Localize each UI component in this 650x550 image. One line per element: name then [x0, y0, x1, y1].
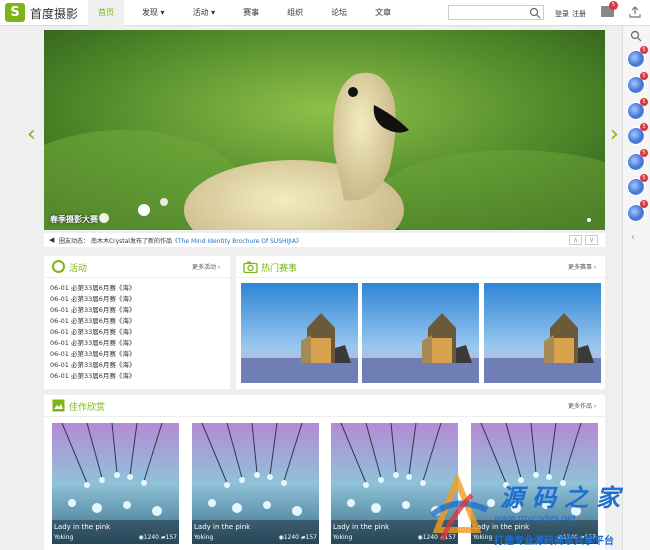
- site-name[interactable]: 首度摄影: [30, 5, 78, 22]
- more-gallery-link[interactable]: 更多作品 ›: [568, 401, 596, 410]
- list-item[interactable]: 06-01 必第33届6月赛《海》: [50, 315, 135, 326]
- nav-articles[interactable]: 文章: [365, 0, 401, 26]
- card-title: Lady in the pink: [54, 523, 111, 531]
- banner-image: [44, 30, 605, 230]
- watermark-brand: 源码之家: [500, 484, 628, 512]
- search-input[interactable]: [448, 5, 544, 20]
- ticker-text: 圈友动态： 南木木Crystal发布了新的作品《The Mind Identit…: [59, 236, 302, 245]
- list-item[interactable]: 06-01 必第33届6月赛《海》: [50, 282, 135, 293]
- card-author[interactable]: Yoking: [54, 534, 73, 541]
- watermark: 源码之家 www.mycodes.net 打造专业源码商家共享平台: [412, 470, 644, 550]
- watermark-slogan: 打造专业源码商家共享平台: [494, 536, 614, 547]
- more-gallery-label: 更多作品: [568, 403, 593, 410]
- camera-icon: [243, 261, 258, 273]
- notification-badge: 5: [640, 123, 648, 131]
- auth-links: 登录 注册: [555, 9, 589, 19]
- notification-badge: 5: [640, 174, 648, 182]
- card-title: Lady in the pink: [194, 523, 251, 531]
- activity-header: 活动 更多活动 ›: [44, 256, 230, 278]
- nav-organization[interactable]: 组织: [277, 0, 313, 26]
- castle-image: [362, 283, 479, 383]
- register-link[interactable]: 注册: [572, 10, 586, 18]
- more-activity-label: 更多活动: [192, 264, 217, 271]
- nav-activity-label: 活动: [192, 8, 209, 17]
- prev-slide-button[interactable]: ‹: [27, 122, 36, 147]
- ticker-down-button[interactable]: ∨: [585, 235, 598, 245]
- list-item[interactable]: 06-01 必第33届6月赛《海》: [50, 304, 135, 315]
- news-ticker: ◀ 圈友动态： 南木木Crystal发布了新的作品《The Mind Ident…: [44, 233, 605, 247]
- card-stats: ◉1240 ▰157: [278, 534, 317, 541]
- notification-badge: 5: [640, 72, 648, 80]
- castle-image: [484, 283, 601, 383]
- top-header: S 首度摄影 首页 发现 ▾ 活动 ▾ 赛事 组织 论坛 文章 登录 注册 5: [0, 0, 650, 26]
- notification-badge: 5: [640, 46, 648, 54]
- gallery-card[interactable]: Lady in the pink Yoking ◉1240 ▰157: [52, 423, 179, 544]
- list-item[interactable]: 06-01 必第33届6月赛《海》: [50, 293, 135, 304]
- card-author[interactable]: Yoking: [194, 534, 213, 541]
- more-contest-link[interactable]: 更多赛事 ›: [568, 262, 596, 271]
- chevron-down-icon: ▾: [208, 8, 216, 17]
- gallery-header: 佳作欣赏 更多作品 ›: [44, 395, 605, 417]
- hero-banner[interactable]: 春季摄影大赛: [44, 30, 605, 230]
- notification-badge: 5: [640, 200, 648, 208]
- notification-badge: 5: [640, 149, 648, 157]
- nav-discover-label: 发现: [142, 8, 158, 17]
- watermark-url: www.mycodes.net: [494, 514, 577, 524]
- speaker-icon: ◀: [49, 236, 55, 244]
- list-item[interactable]: 06-01 必第33届6月赛《海》: [50, 337, 135, 348]
- list-item[interactable]: 06-01 必第33届6月赛《海》: [50, 326, 135, 337]
- banner-caption: 春季摄影大赛: [50, 215, 98, 224]
- contest-thumbnail[interactable]: [484, 283, 601, 383]
- activity-list: 06-01 必第33届6月赛《海》 06-01 必第33届6月赛《海》 06-0…: [50, 282, 135, 381]
- chevron-left-icon[interactable]: ‹: [631, 232, 635, 243]
- ticker-work-link[interactable]: 《The Mind Identity Brochure Of SUSHIJIA》: [172, 238, 302, 245]
- search-icon[interactable]: [529, 7, 541, 19]
- view-count: 1240: [143, 534, 159, 541]
- notification-badge: 5: [640, 98, 648, 106]
- login-link[interactable]: 登录: [555, 10, 569, 18]
- contest-title: 热门赛事: [261, 264, 298, 274]
- next-slide-button[interactable]: ›: [610, 122, 619, 147]
- picture-icon: [52, 399, 65, 412]
- card-title: Lady in the pink: [333, 523, 390, 531]
- card-stats: ◉1240 ▰157: [138, 534, 177, 541]
- main-nav: 首页 发现 ▾ 活动 ▾ 赛事 组织 论坛 文章: [88, 0, 409, 26]
- contest-thumbnail[interactable]: [362, 283, 479, 383]
- nav-forum[interactable]: 论坛: [321, 0, 357, 26]
- list-item[interactable]: 06-01 必第33届6月赛《海》: [50, 370, 135, 381]
- slide-indicator[interactable]: [587, 218, 591, 222]
- search-icon[interactable]: [630, 30, 642, 42]
- comment-count: 157: [165, 534, 177, 541]
- watermark-logo: [430, 475, 489, 541]
- ticker-up-button[interactable]: ∧: [569, 235, 582, 245]
- mail-count-badge: 5: [609, 1, 618, 10]
- nav-discover[interactable]: 发现 ▾: [132, 0, 175, 26]
- contest-thumbnail[interactable]: [241, 283, 358, 383]
- gallery-title: 佳作欣赏: [69, 403, 106, 413]
- gallery-card[interactable]: Lady in the pink Yoking ◉1240 ▰157: [192, 423, 319, 544]
- nav-contest[interactable]: 赛事: [233, 0, 269, 26]
- logo-mark[interactable]: S: [5, 3, 25, 22]
- ticker-user[interactable]: 南木木Crystal发布了新的作品: [91, 238, 172, 245]
- view-count: 1240: [283, 534, 299, 541]
- list-item[interactable]: 06-01 必第33届6月赛《海》: [50, 348, 135, 359]
- nav-home[interactable]: 首页: [88, 0, 124, 26]
- ticker-prefix: 圈友动态：: [59, 238, 90, 245]
- clock-icon: [52, 260, 65, 273]
- upload-icon[interactable]: [629, 6, 641, 18]
- card-author[interactable]: Yoking: [333, 534, 352, 541]
- more-contest-label: 更多赛事: [568, 264, 593, 271]
- contest-header: 热门赛事 更多赛事 ›: [236, 256, 605, 278]
- nav-activity[interactable]: 活动 ▾: [183, 0, 226, 26]
- comment-count: 157: [305, 534, 317, 541]
- activity-title: 活动: [69, 264, 88, 274]
- chevron-down-icon: ▾: [158, 8, 165, 17]
- castle-image: [241, 283, 358, 383]
- list-item[interactable]: 06-01 必第33届6月赛《海》: [50, 359, 135, 370]
- activity-panel: 活动 更多活动 › 06-01 必第33届6月赛《海》 06-01 必第33届6…: [44, 256, 230, 389]
- more-activity-link[interactable]: 更多活动 ›: [192, 262, 220, 271]
